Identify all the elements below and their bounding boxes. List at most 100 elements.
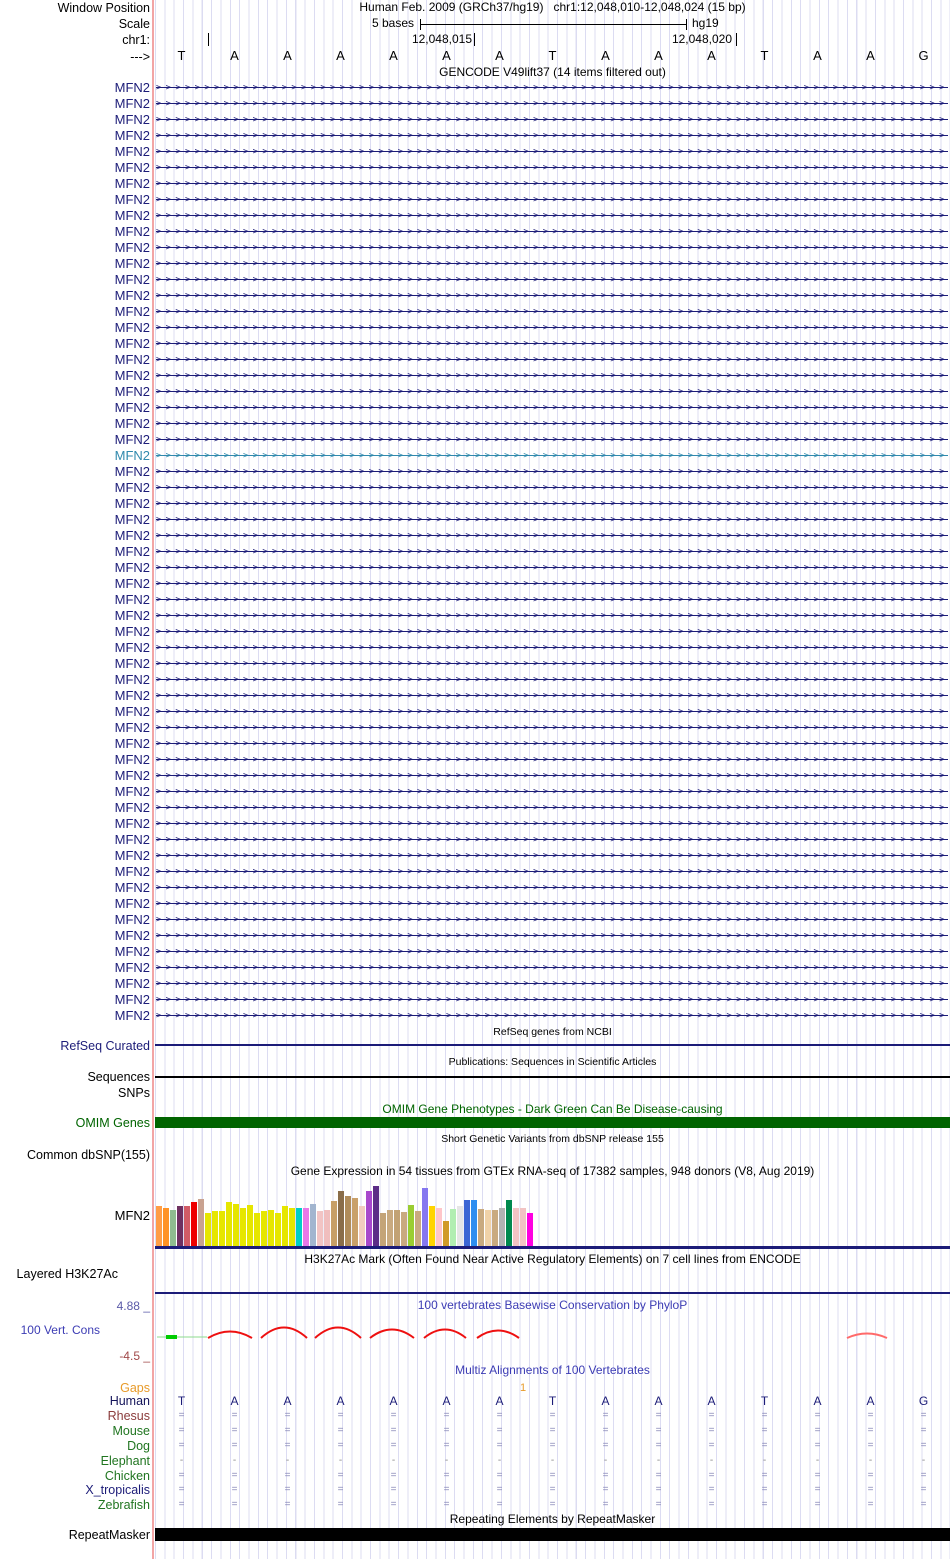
multiz-species-row[interactable]: Elephant - - - - - - - - - - - - - - - <box>0 1454 950 1468</box>
gene-row-label[interactable]: MFN2 <box>0 672 150 688</box>
gene-row[interactable]: MFN2 >>>>>>>>>>>>>>>>>>>>>>>>>>>>>>>>>>>>… <box>0 896 950 912</box>
gtex-bar[interactable] <box>345 1196 351 1246</box>
gene-row-label[interactable]: MFN2 <box>0 464 150 480</box>
gtex-bar[interactable] <box>415 1211 421 1246</box>
gene-row[interactable]: MFN2 >>>>>>>>>>>>>>>>>>>>>>>>>>>>>>>>>>>>… <box>0 688 950 704</box>
transcript-arrow-line[interactable]: >>>>>>>>>>>>>>>>>>>>>>>>>>>>>>>>>>>>>>>>… <box>156 496 948 512</box>
multiz-species-row[interactable]: Human T A A A A A A T A A A T A A G <box>0 1394 950 1408</box>
transcript-arrow-line[interactable]: >>>>>>>>>>>>>>>>>>>>>>>>>>>>>>>>>>>>>>>>… <box>156 640 948 656</box>
gtex-bar[interactable] <box>163 1208 169 1246</box>
gtex-bar[interactable] <box>331 1201 337 1246</box>
gene-row[interactable]: MFN2 >>>>>>>>>>>>>>>>>>>>>>>>>>>>>>>>>>>>… <box>0 672 950 688</box>
gene-row-label[interactable]: MFN2 <box>0 928 150 944</box>
gene-row[interactable]: MFN2 >>>>>>>>>>>>>>>>>>>>>>>>>>>>>>>>>>>>… <box>0 496 950 512</box>
transcript-arrow-line[interactable]: >>>>>>>>>>>>>>>>>>>>>>>>>>>>>>>>>>>>>>>>… <box>156 192 948 208</box>
gtex-bar[interactable] <box>499 1208 505 1246</box>
transcript-arrow-line[interactable]: >>>>>>>>>>>>>>>>>>>>>>>>>>>>>>>>>>>>>>>>… <box>156 544 948 560</box>
gtex-bar[interactable] <box>506 1200 512 1246</box>
gene-row-label[interactable]: MFN2 <box>0 560 150 576</box>
gtex-bar[interactable] <box>394 1210 400 1246</box>
gene-row-label[interactable]: MFN2 <box>0 304 150 320</box>
gene-row[interactable]: MFN2 >>>>>>>>>>>>>>>>>>>>>>>>>>>>>>>>>>>>… <box>0 176 950 192</box>
gene-row-label[interactable]: MFN2 <box>0 688 150 704</box>
gtex-bar[interactable] <box>471 1200 477 1246</box>
sequences-item-line[interactable] <box>155 1076 950 1078</box>
gtex-track-title[interactable]: Gene Expression in 54 tissues from GTEx … <box>155 1165 950 1178</box>
phylop-track-title[interactable]: 100 vertebrates Basewise Conservation by… <box>155 1299 950 1312</box>
gtex-bar[interactable] <box>212 1211 218 1246</box>
gtex-bar[interactable] <box>226 1202 232 1246</box>
gtex-bar[interactable] <box>191 1202 197 1246</box>
gtex-bar[interactable] <box>240 1208 246 1246</box>
dbsnp-label[interactable]: Common dbSNP(155) <box>0 1148 150 1162</box>
transcript-arrow-line[interactable]: >>>>>>>>>>>>>>>>>>>>>>>>>>>>>>>>>>>>>>>>… <box>156 672 948 688</box>
transcript-arrow-line[interactable]: >>>>>>>>>>>>>>>>>>>>>>>>>>>>>>>>>>>>>>>>… <box>156 288 948 304</box>
gene-row[interactable]: MFN2 >>>>>>>>>>>>>>>>>>>>>>>>>>>>>>>>>>>>… <box>0 960 950 976</box>
gene-row-label[interactable]: MFN2 <box>0 432 150 448</box>
gene-row[interactable]: MFN2 >>>>>>>>>>>>>>>>>>>>>>>>>>>>>>>>>>>>… <box>0 464 950 480</box>
multiz-track-title[interactable]: Multiz Alignments of 100 Vertebrates <box>155 1364 950 1377</box>
transcript-arrow-line[interactable]: >>>>>>>>>>>>>>>>>>>>>>>>>>>>>>>>>>>>>>>>… <box>156 176 948 192</box>
gene-row[interactable]: MFN2 >>>>>>>>>>>>>>>>>>>>>>>>>>>>>>>>>>>>… <box>0 640 950 656</box>
gene-row[interactable]: MFN2 >>>>>>>>>>>>>>>>>>>>>>>>>>>>>>>>>>>>… <box>0 544 950 560</box>
multiz-species-row[interactable]: X_tropicalis = = = = = = = = = = = = = = = <box>0 1483 950 1497</box>
dbsnp-track-title[interactable]: Short Genetic Variants from dbSNP releas… <box>155 1133 950 1146</box>
gene-row-label[interactable]: MFN2 <box>0 736 150 752</box>
gtex-bar[interactable] <box>450 1209 456 1246</box>
species-label[interactable]: X_tropicalis <box>0 1483 150 1497</box>
gtex-bar[interactable] <box>366 1191 372 1246</box>
gene-row[interactable]: MFN2 >>>>>>>>>>>>>>>>>>>>>>>>>>>>>>>>>>>>… <box>0 320 950 336</box>
sequences-label[interactable]: Sequences <box>0 1070 150 1084</box>
transcript-arrow-line[interactable]: >>>>>>>>>>>>>>>>>>>>>>>>>>>>>>>>>>>>>>>>… <box>156 880 948 896</box>
gene-row-label[interactable]: MFN2 <box>0 96 150 112</box>
gene-row[interactable]: MFN2 >>>>>>>>>>>>>>>>>>>>>>>>>>>>>>>>>>>>… <box>0 848 950 864</box>
gene-row[interactable]: MFN2 >>>>>>>>>>>>>>>>>>>>>>>>>>>>>>>>>>>>… <box>0 992 950 1008</box>
gene-row[interactable]: MFN2 >>>>>>>>>>>>>>>>>>>>>>>>>>>>>>>>>>>>… <box>0 944 950 960</box>
gene-row-label[interactable]: MFN2 <box>0 320 150 336</box>
gene-row-label[interactable]: MFN2 <box>0 528 150 544</box>
gtex-bar[interactable] <box>338 1191 344 1246</box>
gene-row[interactable]: MFN2 >>>>>>>>>>>>>>>>>>>>>>>>>>>>>>>>>>>>… <box>0 720 950 736</box>
multiz-species-row[interactable]: Mouse = = = = = = = = = = = = = = = <box>0 1424 950 1438</box>
gtex-bar[interactable] <box>513 1208 519 1246</box>
gene-row-label[interactable]: MFN2 <box>0 944 150 960</box>
repeatmasker-track-title[interactable]: Repeating Elements by RepeatMasker <box>155 1513 950 1526</box>
gene-row[interactable]: MFN2 >>>>>>>>>>>>>>>>>>>>>>>>>>>>>>>>>>>>… <box>0 784 950 800</box>
transcript-arrow-line[interactable]: >>>>>>>>>>>>>>>>>>>>>>>>>>>>>>>>>>>>>>>>… <box>156 80 948 96</box>
species-label[interactable]: Zebrafish <box>0 1498 150 1512</box>
gene-row[interactable]: MFN2 >>>>>>>>>>>>>>>>>>>>>>>>>>>>>>>>>>>>… <box>0 304 950 320</box>
transcript-arrow-line[interactable]: >>>>>>>>>>>>>>>>>>>>>>>>>>>>>>>>>>>>>>>>… <box>156 816 948 832</box>
gtex-bar[interactable] <box>478 1209 484 1246</box>
gtex-bar[interactable] <box>233 1204 239 1246</box>
gene-row-label[interactable]: MFN2 <box>0 512 150 528</box>
gtex-bar[interactable] <box>198 1199 204 1246</box>
transcript-arrow-line[interactable]: >>>>>>>>>>>>>>>>>>>>>>>>>>>>>>>>>>>>>>>>… <box>156 416 948 432</box>
gene-row[interactable]: MFN2 >>>>>>>>>>>>>>>>>>>>>>>>>>>>>>>>>>>>… <box>0 144 950 160</box>
gene-row-label[interactable]: MFN2 <box>0 784 150 800</box>
transcript-arrow-line[interactable]: >>>>>>>>>>>>>>>>>>>>>>>>>>>>>>>>>>>>>>>>… <box>156 992 948 1008</box>
gene-row-label[interactable]: MFN2 <box>0 640 150 656</box>
gtex-bar[interactable] <box>485 1210 491 1246</box>
transcript-arrow-line[interactable]: >>>>>>>>>>>>>>>>>>>>>>>>>>>>>>>>>>>>>>>>… <box>156 688 948 704</box>
gtex-bar[interactable] <box>177 1206 183 1246</box>
gene-row-label[interactable]: MFN2 <box>0 112 150 128</box>
gene-row-label[interactable]: MFN2 <box>0 1008 150 1024</box>
gene-row-label[interactable]: MFN2 <box>0 336 150 352</box>
gene-row-label[interactable]: MFN2 <box>0 576 150 592</box>
gene-row-label[interactable]: MFN2 <box>0 992 150 1008</box>
repeatmasker-label[interactable]: RepeatMasker <box>0 1528 150 1542</box>
gtex-bar[interactable] <box>296 1208 302 1246</box>
gene-row-label[interactable]: MFN2 <box>0 496 150 512</box>
gtex-bar[interactable] <box>184 1206 190 1246</box>
gene-row-label[interactable]: MFN2 <box>0 384 150 400</box>
transcript-arrow-line[interactable]: >>>>>>>>>>>>>>>>>>>>>>>>>>>>>>>>>>>>>>>>… <box>156 144 948 160</box>
transcript-arrow-line[interactable]: >>>>>>>>>>>>>>>>>>>>>>>>>>>>>>>>>>>>>>>>… <box>156 800 948 816</box>
gtex-bar[interactable] <box>373 1186 379 1246</box>
transcript-arrow-line[interactable]: >>>>>>>>>>>>>>>>>>>>>>>>>>>>>>>>>>>>>>>>… <box>156 448 948 464</box>
gtex-bar[interactable] <box>457 1206 463 1246</box>
transcript-arrow-line[interactable]: >>>>>>>>>>>>>>>>>>>>>>>>>>>>>>>>>>>>>>>>… <box>156 96 948 112</box>
gene-row[interactable]: MFN2 >>>>>>>>>>>>>>>>>>>>>>>>>>>>>>>>>>>>… <box>0 80 950 96</box>
gene-row[interactable]: MFN2 >>>>>>>>>>>>>>>>>>>>>>>>>>>>>>>>>>>>… <box>0 736 950 752</box>
multiz-species-row[interactable]: Dog = = = = = = = = = = = = = = = <box>0 1439 950 1453</box>
transcript-arrow-line[interactable]: >>>>>>>>>>>>>>>>>>>>>>>>>>>>>>>>>>>>>>>>… <box>156 256 948 272</box>
